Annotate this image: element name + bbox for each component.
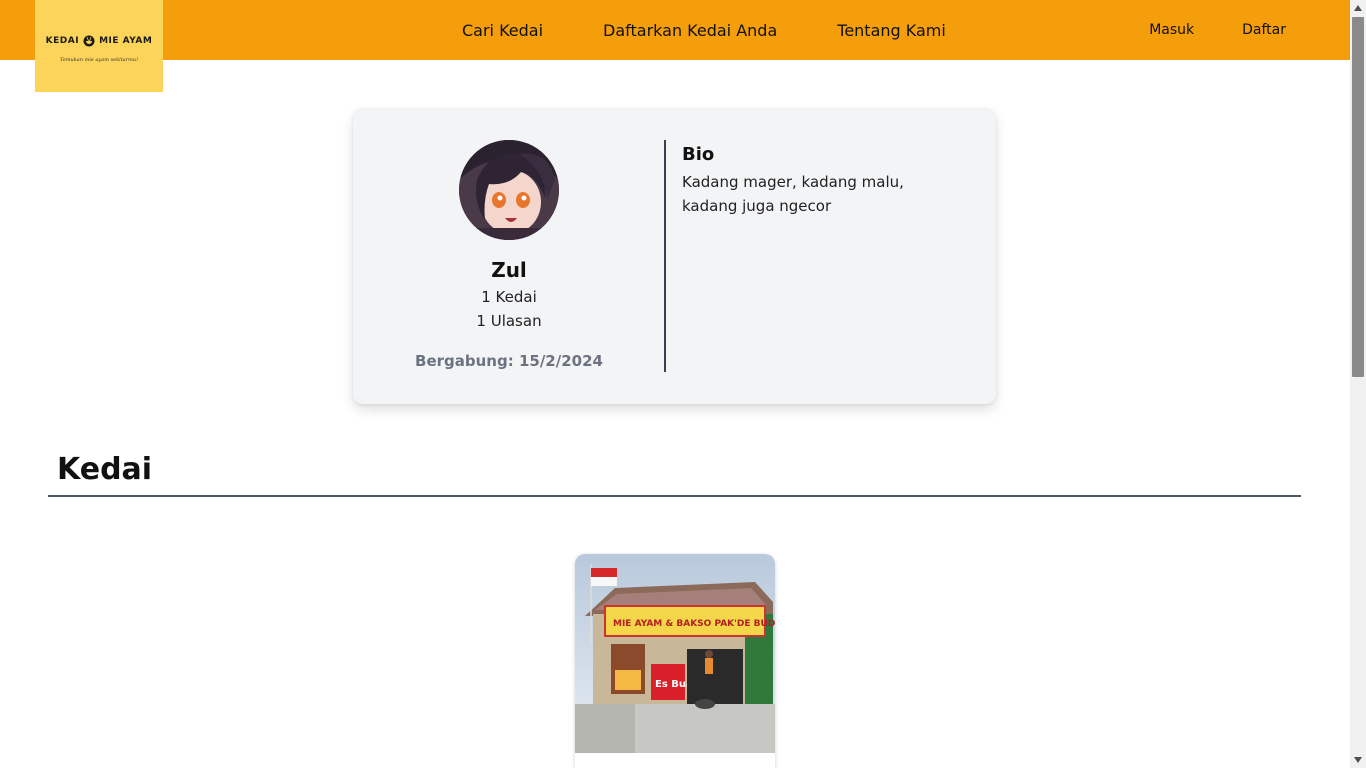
bio-heading: Bio — [682, 144, 715, 165]
scroll-up-icon[interactable] — [1350, 0, 1366, 16]
ulasan-count: 1 Ulasan — [476, 312, 542, 330]
login-link[interactable]: Masuk — [1149, 22, 1194, 38]
profile-card: Zul 1 Kedai 1 Ulasan Bergabung: 15/2/202… — [353, 108, 996, 404]
register-link[interactable]: Daftar — [1242, 22, 1286, 38]
logo-text-kedai: KEDAI — [45, 36, 80, 46]
bio-text: Kadang mager, kadang malu, kadang juga n… — [682, 173, 904, 215]
auth-nav: Masuk Daftar — [1101, 0, 1286, 60]
nav-tentang-kami[interactable]: Tentang Kami — [837, 21, 946, 40]
kedai-card[interactable]: MIE AYAM & BAKSO PAK'DE BUDENG Es Buah — [575, 554, 775, 768]
kedai-photo: MIE AYAM & BAKSO PAK'DE BUDENG Es Buah — [575, 554, 775, 753]
main-nav: Cari Kedai Daftarkan Kedai Anda Tentang … — [462, 0, 1006, 60]
kedai-section-title: Kedai — [57, 452, 153, 487]
logo-text-mie-ayam: MIE AYAM — [99, 36, 153, 46]
section-divider — [48, 495, 1301, 497]
profile-name: Zul — [491, 258, 527, 282]
avatar-image — [459, 140, 559, 240]
scroll-down-icon[interactable] — [1350, 752, 1366, 768]
logo-title: KEDAI MIE AYAM — [46, 35, 153, 47]
kedai-count: 1 Kedai — [481, 288, 537, 306]
logo-tagline: Temukan mie ayam sekitarmu! — [59, 57, 139, 63]
bowl-icon — [83, 35, 95, 47]
profile-summary: Zul 1 Kedai 1 Ulasan Bergabung: 15/2/202… — [353, 108, 665, 404]
vertical-scrollbar[interactable] — [1350, 0, 1366, 768]
scrollbar-thumb[interactable] — [1352, 17, 1364, 377]
site-logo[interactable]: KEDAI MIE AYAM Temukan mie ayam sekitarm… — [35, 0, 163, 92]
avatar — [459, 140, 559, 240]
nav-daftarkan-kedai[interactable]: Daftarkan Kedai Anda — [603, 21, 777, 40]
shop-sign-text: MIE AYAM & BAKSO PAK'DE BUDENG — [613, 619, 775, 629]
top-navbar: Cari Kedai Daftarkan Kedai Anda Tentang … — [0, 0, 1350, 60]
nav-cari-kedai[interactable]: Cari Kedai — [462, 21, 543, 40]
profile-divider — [664, 140, 666, 372]
join-date: Bergabung: 15/2/2024 — [415, 352, 603, 370]
